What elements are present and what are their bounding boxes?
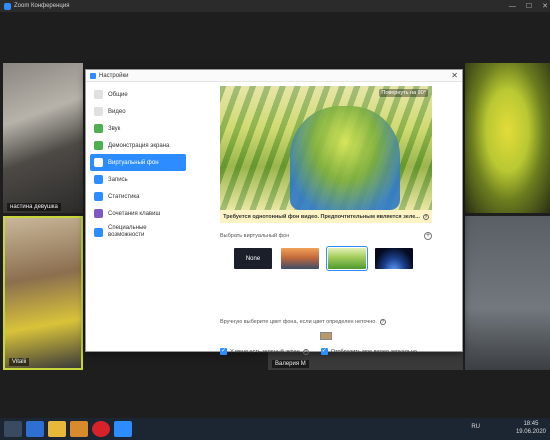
zoom-logo-icon	[4, 2, 11, 10]
background-golden-gate[interactable]	[281, 248, 319, 269]
settings-dialog: Настройки ✕ Общие Видео Звук Демонстраци…	[85, 69, 463, 355]
language-indicator[interactable]: RU	[471, 424, 480, 430]
virtual-background-panel: Повернуть на 90° Требуется однотонный фо…	[220, 86, 432, 355]
keyboard-icon	[94, 209, 103, 218]
checkbox-checked-icon[interactable]: ✓	[220, 348, 227, 355]
dialog-title: Настройки	[99, 72, 129, 79]
info-icon[interactable]: ?	[379, 319, 386, 325]
sidebar-item-accessibility[interactable]: Специальные возможности	[90, 222, 186, 242]
headphones-icon	[94, 124, 103, 133]
folder-taskbar-icon[interactable]	[48, 421, 66, 437]
sidebar-item-statistics[interactable]: Статистика	[90, 188, 186, 205]
dialog-titlebar: Настройки	[86, 70, 462, 82]
close-window-icon[interactable]: ✕	[542, 2, 548, 10]
sidebar-item-label: Демонстрация экрана	[108, 142, 170, 149]
record-icon	[94, 175, 103, 184]
info-icon[interactable]: ?	[422, 213, 429, 220]
zoom-taskbar-icon[interactable]	[114, 421, 132, 437]
green-screen-checkbox[interactable]: ✓ У меня есть зеленый экран ?	[220, 348, 309, 355]
media-taskbar-icon[interactable]	[70, 421, 88, 437]
mirror-video-checkbox[interactable]: ✓ Отобразить мое видео зеркально	[320, 348, 417, 355]
sidebar-item-label: Виртуальный фон	[108, 159, 159, 166]
choose-background-label: Выбрать виртуальный фон	[220, 233, 290, 239]
label-line-2: возможности	[108, 232, 145, 238]
screen-share-icon	[94, 141, 103, 150]
sidebar-item-label: Статистика	[108, 193, 140, 200]
clock-date: 19.06.2020	[515, 429, 546, 435]
choose-background-header: Выбрать виртуальный фон +	[220, 231, 432, 241]
green-screen-warning: Требуется однотонный фон видео. Предпочт…	[220, 210, 432, 223]
info-icon[interactable]: ?	[302, 348, 309, 355]
background-thumbnails: None	[220, 246, 432, 271]
clock[interactable]: 18:45 19.06.2020	[516, 420, 546, 436]
opera-taskbar-icon[interactable]	[92, 421, 110, 437]
zoom-window-title: Zoom Конференция	[14, 3, 70, 9]
zoom-logo-icon	[90, 72, 96, 79]
options-row: ✓ У меня есть зеленый экран ? ✓ Отобрази…	[220, 348, 432, 355]
checkbox-label: Отобразить мое видео зеркально	[330, 348, 417, 355]
accessibility-icon	[94, 227, 103, 237]
ie-taskbar-icon[interactable]	[26, 421, 44, 437]
sidebar-item-video[interactable]: Видео	[90, 103, 186, 120]
warning-text: Требуется однотонный фон видео. Предпочт…	[223, 213, 420, 220]
statistics-icon	[94, 192, 103, 201]
sidebar-item-audio[interactable]: Звук	[90, 120, 186, 137]
zoom-titlebar: Zoom Конференция — ☐ ✕	[0, 0, 550, 12]
background-grass[interactable]	[326, 246, 368, 271]
sidebar-item-recording[interactable]: Запись	[90, 171, 186, 188]
background-color-picker[interactable]	[320, 332, 332, 340]
participant-name: настина девушка	[7, 203, 61, 211]
add-background-button[interactable]: +	[424, 232, 432, 240]
participant-name: Vitalii	[9, 358, 30, 366]
participant-video[interactable]: Vitalii	[3, 216, 83, 370]
sidebar-item-label: Запись	[108, 176, 128, 183]
checkbox-checked-icon[interactable]: ✓	[320, 348, 328, 355]
participant-video[interactable]	[465, 216, 550, 370]
checkbox-label: У меня есть зеленый экран	[230, 348, 300, 355]
rotate-90-button[interactable]: Повернуть на 90°	[379, 89, 428, 97]
windows-taskbar: RU 18:45 19.06.2020	[0, 418, 550, 440]
participant-video[interactable]	[465, 63, 550, 213]
start-button[interactable]	[4, 421, 22, 437]
participant-video[interactable]: настина девушка	[3, 63, 83, 213]
sidebar-item-keyboard-shortcuts[interactable]: Сочетания клавиш	[90, 205, 186, 222]
sidebar-item-label: Сочетания клавиш	[108, 210, 161, 217]
close-icon[interactable]: ✕	[451, 71, 458, 80]
sidebar-item-label: Общие	[108, 91, 128, 98]
sidebar-item-label: Звук	[108, 125, 121, 132]
sidebar-item-general[interactable]: Общие	[90, 86, 186, 103]
settings-sidebar: Общие Видео Звук Демонстрация экрана Вир…	[90, 86, 186, 242]
background-none[interactable]: None	[234, 248, 272, 269]
video-preview: Повернуть на 90°	[220, 86, 432, 210]
maximize-icon[interactable]: ☐	[526, 2, 532, 10]
virtual-background-icon	[94, 158, 103, 167]
participant-name: Валерия М	[272, 360, 309, 368]
background-earth[interactable]	[375, 248, 413, 269]
preview-person	[290, 106, 400, 210]
manual-color-row: Вручную выберите цвет фона, если цвет оп…	[220, 319, 432, 325]
sidebar-item-label: Специальные возможности	[108, 225, 147, 239]
sidebar-item-screen-share[interactable]: Демонстрация экрана	[90, 137, 186, 154]
video-icon	[94, 107, 103, 116]
sidebar-item-label: Видео	[108, 108, 126, 115]
minimize-icon[interactable]: —	[509, 3, 516, 10]
home-icon	[94, 90, 103, 99]
clock-time: 18:45	[523, 421, 539, 427]
label-line-1: Специальные	[108, 225, 147, 231]
sidebar-item-virtual-background[interactable]: Виртуальный фон	[90, 154, 186, 171]
manual-color-label: Вручную выберите цвет фона, если цвет оп…	[220, 319, 377, 325]
